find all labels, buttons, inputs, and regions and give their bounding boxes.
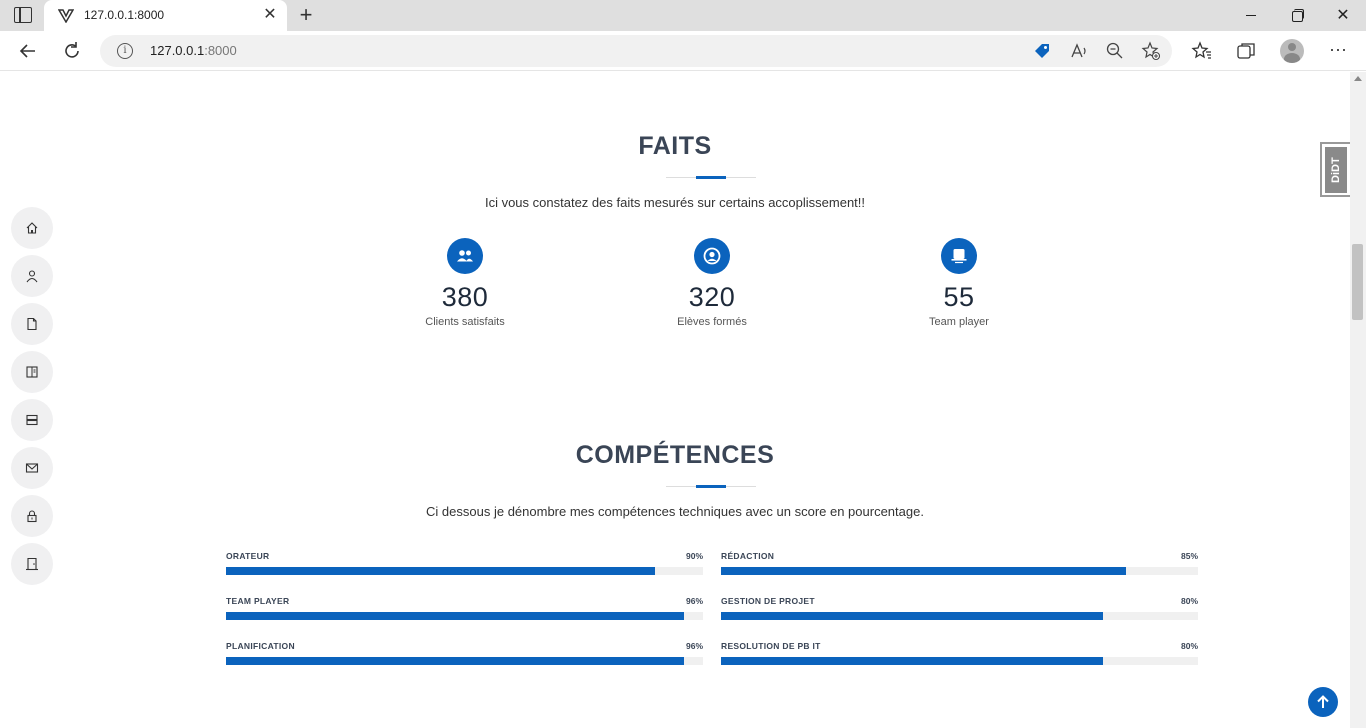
skill-name: RESOLUTION DE PB IT: [721, 641, 821, 651]
nav-logout-button[interactable]: [11, 543, 53, 585]
skill-bar: RÉDACTION 85%: [721, 551, 1198, 591]
nav-services-button[interactable]: [11, 399, 53, 441]
skill-value: 96%: [685, 596, 703, 606]
fact-number: 320: [688, 282, 736, 312]
skills-title: COMPÉTENCES: [575, 441, 775, 469]
skill-bar: PLANIFICATION 96%: [226, 641, 703, 681]
skill-track: [721, 567, 1198, 575]
skill-value: 80%: [1180, 596, 1198, 606]
skill-fill: [226, 657, 684, 665]
skill-bar: GESTION DE PROJET 80%: [721, 596, 1198, 636]
new-tab-icon[interactable]: +: [295, 4, 317, 26]
skill-value: 90%: [685, 551, 703, 561]
zoom-out-icon[interactable]: [1105, 41, 1125, 61]
home-icon: [26, 222, 38, 234]
book-icon: [26, 366, 38, 378]
fact-number: 380: [441, 282, 489, 312]
skill-name: PLANIFICATION: [226, 641, 295, 651]
skill-fill: [721, 612, 1103, 620]
fact-label: Elèves formés: [677, 316, 747, 328]
skill-fill: [721, 567, 1127, 575]
more-menu-icon[interactable]: ···: [1326, 39, 1350, 63]
fact-label: Clients satisfaits: [425, 316, 505, 328]
shopping-tag-icon[interactable]: [1032, 41, 1052, 61]
skill-track: [721, 612, 1198, 620]
add-favorite-icon[interactable]: [1141, 41, 1161, 61]
page-content: DiDT FAITS Ici vous constatez des faits: [0, 72, 1350, 728]
close-window-button[interactable]: ✕: [1320, 0, 1366, 31]
minimize-button[interactable]: [1228, 0, 1274, 31]
nav-home-button[interactable]: [11, 207, 53, 249]
site-info-icon[interactable]: i: [117, 43, 133, 59]
favicon-icon: [58, 9, 74, 23]
collections-icon[interactable]: [1234, 39, 1258, 63]
people-icon: [447, 238, 483, 274]
skill-track: [226, 567, 703, 575]
browser-tab[interactable]: 127.0.0.1:8000 ✕: [44, 0, 287, 31]
profile-avatar[interactable]: [1280, 39, 1304, 63]
fact-number: 55: [943, 282, 975, 312]
file-icon: [27, 317, 37, 331]
facts-subtitle: Ici vous constatez des faits mesurés sur…: [484, 195, 866, 210]
skill-name: ORATEUR: [226, 551, 270, 561]
nav-portfolio-button[interactable]: [11, 351, 53, 393]
nav-about-button[interactable]: [11, 255, 53, 297]
tab-close-icon[interactable]: ✕: [261, 6, 279, 24]
skill-fill: [721, 657, 1103, 665]
tab-actions-icon[interactable]: [14, 7, 32, 23]
facts-title: FAITS: [638, 132, 712, 160]
page-scrollbar[interactable]: [1350, 72, 1366, 728]
address-port: :8000: [204, 43, 237, 58]
address-text[interactable]: 127.0.0.1:8000: [150, 43, 237, 58]
scroll-thumb[interactable]: [1352, 244, 1363, 320]
refresh-icon[interactable]: [60, 39, 84, 63]
tab-title: 127.0.0.1:8000: [84, 8, 165, 22]
favorites-icon[interactable]: [1190, 39, 1214, 63]
fact-clients: 380 Clients satisfaits: [385, 238, 545, 328]
skill-value: 85%: [1180, 551, 1198, 561]
skill-bar: TEAM PLAYER 96%: [226, 596, 703, 636]
restore-button[interactable]: [1274, 0, 1320, 31]
skill-track: [226, 657, 703, 665]
skill-value: 80%: [1180, 641, 1198, 651]
chalkboard-icon: [941, 238, 977, 274]
back-to-top-button[interactable]: [1308, 687, 1338, 717]
skill-name: RÉDACTION: [721, 551, 775, 561]
skill-track: [226, 612, 703, 620]
server-icon: [26, 414, 38, 426]
nav-resume-button[interactable]: [11, 303, 53, 345]
skill-bar: ORATEUR 90%: [226, 551, 703, 591]
skill-fill: [226, 612, 684, 620]
door-icon: [26, 557, 38, 571]
fact-team: 55 Team player: [879, 238, 1039, 328]
fact-label: Team player: [929, 316, 989, 328]
side-navigation: [11, 207, 53, 591]
arrow-up-icon: [1317, 695, 1329, 708]
back-icon[interactable]: [16, 39, 40, 63]
skill-name: TEAM PLAYER: [226, 596, 290, 606]
skill-track: [721, 657, 1198, 665]
user-circle-icon: [694, 238, 730, 274]
facts-title-underline: [666, 176, 756, 179]
address-bar[interactable]: i 127.0.0.1:8000: [100, 35, 1172, 67]
read-aloud-icon[interactable]: [1069, 41, 1089, 61]
tab-strip: 127.0.0.1:8000 ✕ + ✕: [0, 0, 1366, 31]
user-icon: [26, 270, 38, 283]
browser-toolbar: i 127.0.0.1:8000 ···: [0, 31, 1366, 71]
skill-value: 96%: [685, 641, 703, 651]
address-host: 127.0.0.1: [150, 43, 205, 58]
skill-name: GESTION DE PROJET: [721, 596, 815, 606]
skills-subtitle: Ci dessous je dénombre mes compétences t…: [426, 504, 924, 519]
skill-bar: RESOLUTION DE PB IT 80%: [721, 641, 1198, 681]
scroll-up-arrow[interactable]: [1354, 76, 1362, 81]
skill-fill: [226, 567, 656, 575]
fact-students: 320 Elèves formés: [632, 238, 792, 328]
skills-title-underline: [666, 485, 756, 488]
